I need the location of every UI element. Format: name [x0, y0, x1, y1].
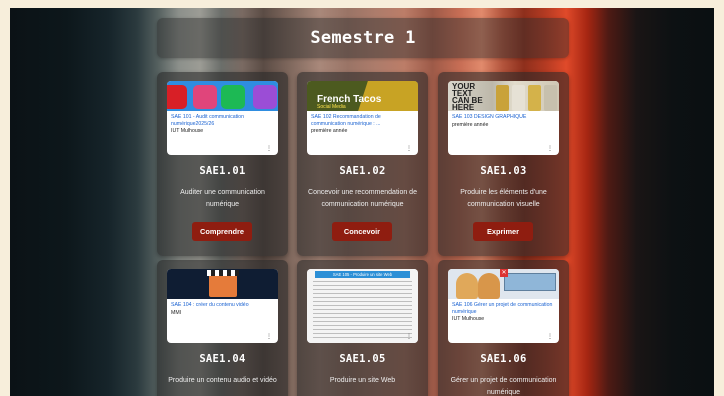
can-shape [544, 85, 557, 111]
sae-code: SAE1.04 [199, 353, 246, 365]
course-subtitle: MMI [171, 309, 182, 316]
course-title[interactable]: SAE 106 Gérer un projet de communication… [452, 302, 555, 315]
semester-banner: Semestre 1 [157, 18, 569, 58]
person-figure [456, 273, 478, 299]
sae-description: Produire les éléments d'une communicatio… [460, 189, 547, 208]
course-subtitle: IUT Mulhouse [452, 316, 485, 323]
sae-card-5: SAE 105 - Produire un site Web ⋮ SAE1.05… [297, 260, 428, 396]
kebab-menu-icon[interactable]: ⋮ [266, 146, 272, 152]
exprimer-button[interactable]: Exprimer [473, 222, 533, 241]
course-card[interactable]: SAE 104 : créer du contenu vidéo MMI ⋮ [167, 269, 278, 343]
course-subtitle: première année [452, 121, 489, 128]
course-subtitle: IUT Mulhouse [171, 128, 204, 135]
course-title[interactable]: SAE 104 : créer du contenu vidéo [171, 302, 274, 309]
sae-card-3: YOUR TEXT CAN BE HERE SAE 103 DESIGN GRA… [438, 72, 569, 256]
sae-code: SAE1.03 [480, 165, 527, 177]
sae-description: Concevoir une recommendation de communic… [308, 189, 417, 208]
course-card[interactable]: SAE 105 - Produire un site Web ⋮ [307, 269, 418, 343]
spotify-icon [221, 85, 245, 109]
course-card[interactable]: French Tacos Social Media SAE 102 Recomm… [307, 81, 418, 155]
chart-panel [504, 273, 556, 291]
course-subtitle: première année [311, 128, 348, 135]
course-title[interactable]: SAE 101 - Audit communication numérique2… [171, 114, 274, 127]
sae-card-6: ✕ SAE 106 Gérer un projet de communicati… [438, 260, 569, 396]
clapperboard-top [207, 270, 239, 276]
sae-description: Produire un site Web [329, 377, 396, 384]
page-background: Semestre 1 SAE 101 - Audit communication… [10, 8, 714, 396]
close-x-icon: ✕ [500, 269, 508, 277]
sae-card-2: French Tacos Social Media SAE 102 Recomm… [297, 72, 428, 256]
course-image: French Tacos Social Media [307, 81, 418, 111]
clapperboard-icon [209, 273, 237, 297]
instagram-icon [193, 85, 217, 109]
sae-code: SAE1.05 [339, 353, 386, 365]
course-title[interactable]: SAE 102 Recommandation de communication … [311, 114, 414, 127]
sae-code: SAE1.02 [339, 165, 386, 177]
person-figure [478, 273, 500, 299]
netflix-icon [167, 85, 187, 109]
course-image: YOUR TEXT CAN BE HERE [448, 81, 559, 111]
concevoir-button[interactable]: Concevoir [332, 222, 392, 241]
sae-card-4: SAE 104 : créer du contenu vidéo MMI ⋮ S… [157, 260, 288, 396]
document-header[interactable]: SAE 105 - Produire un site Web [315, 271, 410, 278]
course-image [167, 81, 278, 111]
can-shape [528, 85, 541, 111]
podcast-icon [253, 85, 277, 109]
comprendre-button[interactable]: Comprendre [192, 222, 252, 241]
can-shape [512, 85, 525, 111]
kebab-menu-icon[interactable]: ⋮ [266, 334, 272, 340]
sae-code: SAE1.01 [199, 165, 246, 177]
sae-description: Produire un contenu audio et vidéo [168, 377, 277, 384]
course-image: SAE 105 - Produire un site Web [307, 269, 418, 343]
course-image [167, 269, 278, 299]
sae-code: SAE1.06 [480, 353, 527, 365]
can-shape [496, 85, 509, 111]
kebab-menu-icon[interactable]: ⋮ [406, 146, 412, 152]
course-image: ✕ [448, 269, 559, 299]
image-caption: YOUR TEXT CAN BE HERE [452, 82, 483, 112]
image-subcaption: Social Media [317, 104, 346, 110]
course-card[interactable]: ✕ SAE 106 Gérer un projet de communicati… [448, 269, 559, 343]
document-text-lines [313, 281, 412, 339]
kebab-menu-icon[interactable]: ⋮ [406, 334, 412, 340]
sae-description: Auditer une communication numérique [180, 189, 265, 208]
sae-card-1: SAE 101 - Audit communication numérique2… [157, 72, 288, 256]
course-title[interactable]: SAE 103 DESIGN GRAPHIQUE [452, 114, 555, 121]
course-card[interactable]: SAE 101 - Audit communication numérique2… [167, 81, 278, 155]
sae-description: Gérer un projet de communication numériq… [450, 377, 557, 396]
course-card[interactable]: YOUR TEXT CAN BE HERE SAE 103 DESIGN GRA… [448, 81, 559, 155]
page-title: Semestre 1 [310, 28, 416, 48]
kebab-menu-icon[interactable]: ⋮ [547, 146, 553, 152]
kebab-menu-icon[interactable]: ⋮ [547, 334, 553, 340]
